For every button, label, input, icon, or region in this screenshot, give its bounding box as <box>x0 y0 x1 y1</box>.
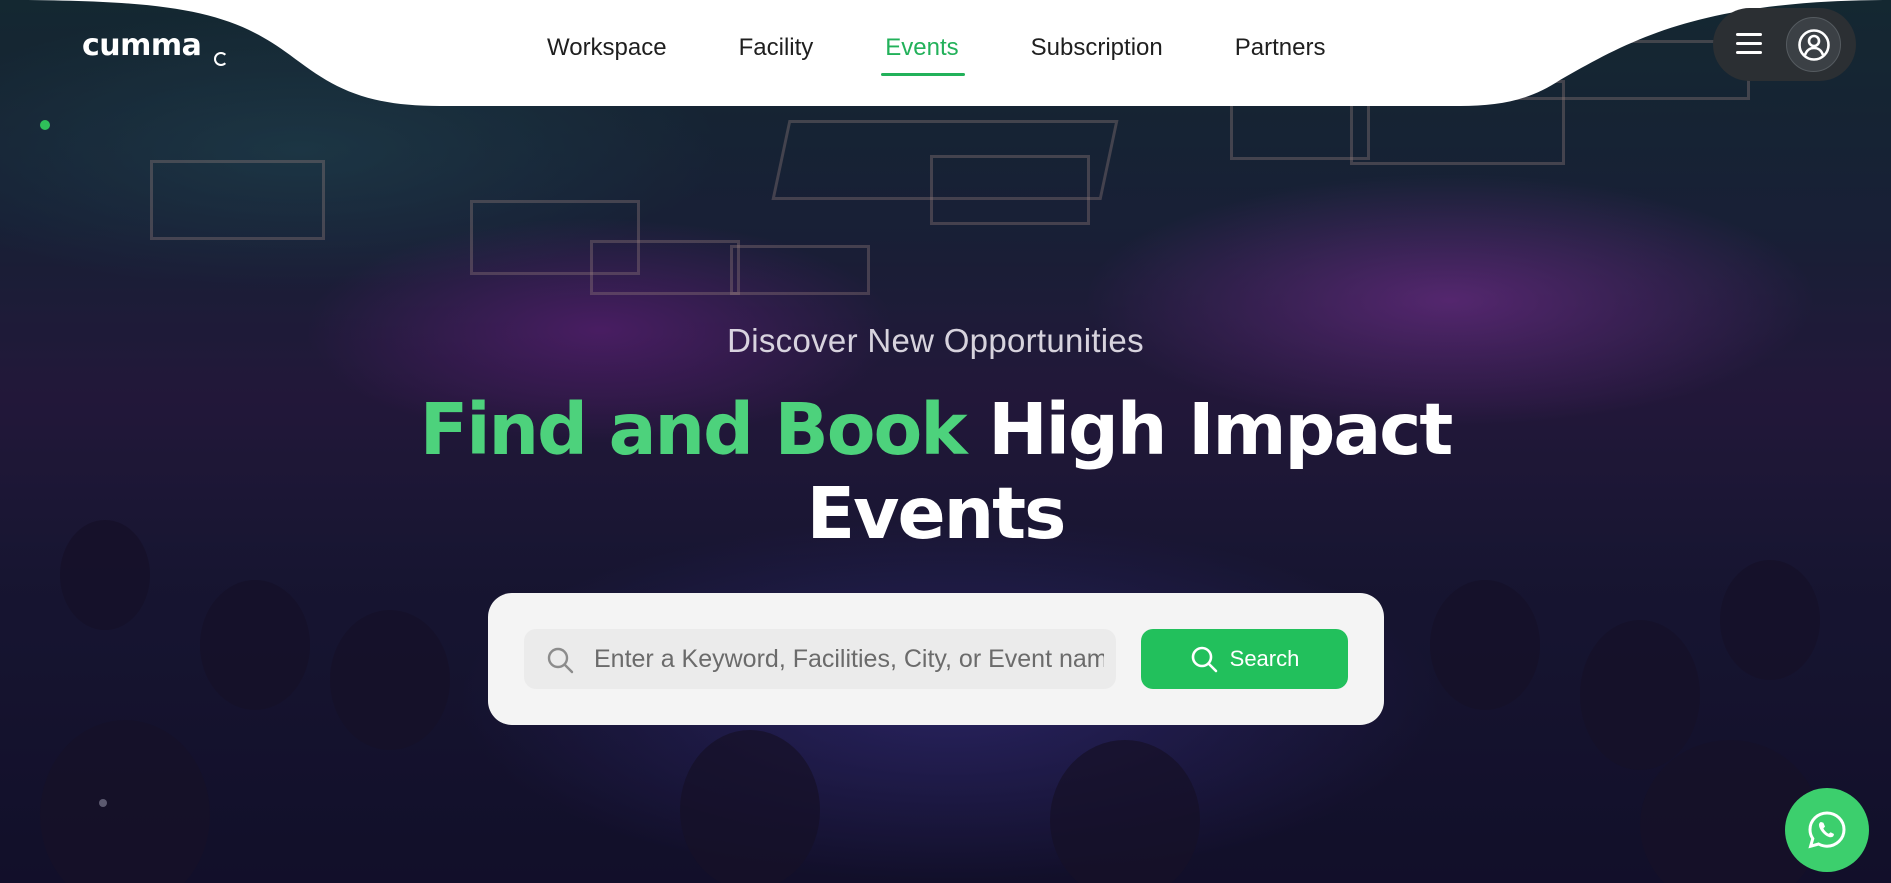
search-button[interactable]: Search <box>1141 629 1348 689</box>
whatsapp-icon <box>1808 811 1846 849</box>
status-dot <box>40 120 50 130</box>
logo-mark-icon <box>214 52 228 66</box>
search-field[interactable] <box>524 629 1116 689</box>
main-nav: Workspace Facility Events Subscription P… <box>547 34 1325 76</box>
whatsapp-chat-button[interactable] <box>1785 788 1869 872</box>
hamburger-menu-icon[interactable] <box>1736 33 1762 55</box>
search-card: Search <box>488 593 1384 725</box>
hero-subtitle: Discover New Opportunities <box>727 322 1144 359</box>
brand-logo[interactable]: cumma <box>82 28 202 63</box>
decorative-dot <box>99 799 107 807</box>
headline-line2: Events <box>806 472 1067 555</box>
account-menu[interactable] <box>1713 8 1856 81</box>
search-icon <box>1191 646 1217 673</box>
nav-item-facility[interactable]: Facility <box>739 34 814 76</box>
headline-highlight: Find and Book <box>419 388 968 471</box>
search-icon <box>547 647 574 674</box>
hero-headline: Find and Book High Impact Events <box>0 388 1871 556</box>
nav-item-partners[interactable]: Partners <box>1235 34 1326 76</box>
headline-rest: High Impact <box>988 388 1453 471</box>
search-input[interactable] <box>594 637 1104 681</box>
nav-item-workspace[interactable]: Workspace <box>547 34 667 76</box>
user-circle-icon[interactable] <box>1786 17 1841 72</box>
nav-item-subscription[interactable]: Subscription <box>1031 34 1163 76</box>
search-button-label: Search <box>1229 646 1300 671</box>
nav-item-events[interactable]: Events <box>881 34 966 76</box>
